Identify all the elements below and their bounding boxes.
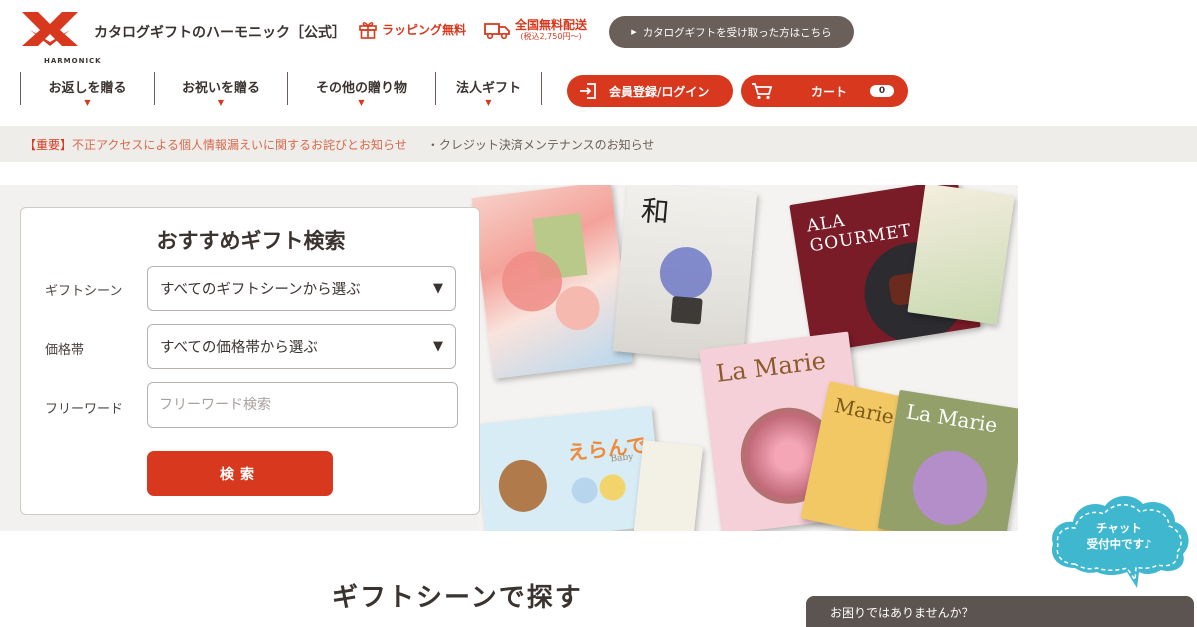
main-nav: お返しを贈る ▼ お祝いを贈る ▼ その他の贈り物 ▼ 法人ギフト ▼ — [20, 72, 542, 107]
catalog-ala-gourmet-title: ALA GOURMET — [805, 210, 914, 257]
important-notice-text: 不正アクセスによる個人情報漏えいに関するお詫びとお知らせ — [72, 137, 407, 152]
hero-catalog-image[interactable]: 和 ALA GOURMET えらんで Baby La Marie Marie L… — [471, 185, 1018, 531]
search-button[interactable]: 検索 — [147, 451, 333, 496]
catalog-floral-pink — [471, 185, 633, 379]
nav-item-celebration-gift[interactable]: お祝いを贈る ▼ — [154, 72, 287, 107]
free-wrapping-label: ラッピング無料 — [382, 22, 467, 37]
free-shipping-info: 全国無料配送 (税込2,750円～) — [484, 18, 587, 42]
gift-box-icon — [359, 22, 377, 39]
gift-search-panel: おすすめギフト検索 ギフトシーン すべてのギフトシーンから選ぶ ▼ 価格帯 すべ… — [20, 207, 480, 515]
gift-scene-label: ギフトシーン — [45, 284, 123, 299]
help-bar[interactable]: お困りではありませんか？ — [806, 596, 1194, 627]
price-range-selected: すべての価格帯から選ぶ — [160, 340, 318, 356]
caret-down-icon: ▼ — [433, 281, 443, 296]
gift-scene-select[interactable]: すべてのギフトシーンから選ぶ ▼ — [147, 266, 456, 311]
maintenance-notice-link[interactable]: ・クレジット決済メンテナンスのお知らせ — [427, 136, 655, 153]
cart-count-badge: 0 — [870, 85, 894, 97]
nav-item-other-gifts[interactable]: その他の贈り物 ▼ — [287, 72, 435, 107]
dropdown-arrow-icon: ▼ — [358, 98, 365, 107]
notice-bar: 【重要】不正アクセスによる個人情報漏えいに関するお詫びとお知らせ ・クレジット決… — [0, 126, 1197, 162]
chat-line-2: 受付中です♪ — [1086, 537, 1152, 551]
catalog-recipient-label: カタログギフトを受け取った方はこちら — [642, 26, 832, 39]
nav-item-label: お祝いを贈る — [181, 81, 260, 96]
delivery-truck-icon — [484, 23, 510, 40]
cart-button[interactable]: カート 0 — [741, 75, 908, 107]
nav-item-label: 法人ギフト — [455, 81, 521, 96]
catalog-la-marie-3-title: La Marie — [904, 399, 999, 438]
catalog-la-marie-2-title: Marie — [832, 392, 897, 429]
dropdown-arrow-icon: ▼ — [217, 98, 225, 107]
price-range-select[interactable]: すべての価格帯から選ぶ ▼ — [147, 324, 456, 369]
dropdown-arrow-icon: ▼ — [84, 98, 91, 107]
nav-item-corporate-gift[interactable]: 法人ギフト ▼ — [435, 72, 542, 107]
catalog-wa: 和 — [612, 185, 758, 363]
gift-scene-selected: すべてのギフトシーンから選ぶ — [160, 282, 361, 298]
site-name[interactable]: カタログギフトのハーモニック［公式］ — [94, 22, 346, 42]
cart-label: カート — [811, 84, 848, 99]
keyword-search-input[interactable] — [147, 382, 458, 428]
play-triangle-icon: ▶ — [631, 28, 637, 36]
login-register-label: 会員登録/ログイン — [609, 84, 710, 99]
nav-item-label: その他の贈り物 — [315, 81, 407, 96]
search-panel-title: おすすめギフト検索 — [156, 229, 346, 253]
catalog-recipient-button[interactable]: ▶ カタログギフトを受け取った方はこちら — [609, 16, 854, 48]
login-register-button[interactable]: 会員登録/ログイン — [567, 75, 733, 107]
chat-line-1: チャット — [1096, 521, 1142, 535]
section-title-gift-scene: ギフトシーンで探す — [332, 583, 583, 613]
dropdown-arrow-icon: ▼ — [485, 98, 492, 107]
catalog-wa-title: 和 — [639, 194, 671, 230]
catalog-la-marie-title: La Marie — [714, 346, 828, 388]
login-icon — [579, 83, 597, 99]
chat-widget-button[interactable]: チャット 受付中です♪ — [1047, 490, 1191, 590]
cart-icon — [751, 82, 773, 100]
free-shipping-label: 全国無料配送 — [515, 18, 588, 32]
harmonick-logo[interactable]: HARMONICK — [20, 12, 101, 65]
catalog-plate — [907, 185, 1015, 325]
keyword-label: フリーワード — [45, 402, 124, 417]
free-wrapping-info: ラッピング無料 — [359, 19, 466, 39]
catalog-la-marie-green: La Marie — [877, 389, 1018, 531]
nav-item-return-gift[interactable]: お返しを贈る ▼ — [20, 72, 154, 107]
nav-item-label: お返しを贈る — [48, 81, 127, 96]
free-shipping-note: (税込2,750円～) — [520, 32, 582, 41]
price-range-label: 価格帯 — [45, 343, 85, 358]
important-notice-link[interactable]: 【重要】不正アクセスによる個人情報漏えいに関するお詫びとお知らせ — [24, 136, 407, 153]
logo-wordmark: HARMONICK — [44, 57, 102, 65]
catalog-baby-title: えらんで — [566, 432, 648, 465]
catalog-baby-subtitle: Baby — [610, 452, 634, 465]
caret-down-icon: ▼ — [433, 339, 443, 354]
logo-mark-icon — [22, 12, 78, 46]
important-tag: 【重要】 — [24, 137, 73, 152]
catalog-baby-2 — [632, 440, 704, 531]
